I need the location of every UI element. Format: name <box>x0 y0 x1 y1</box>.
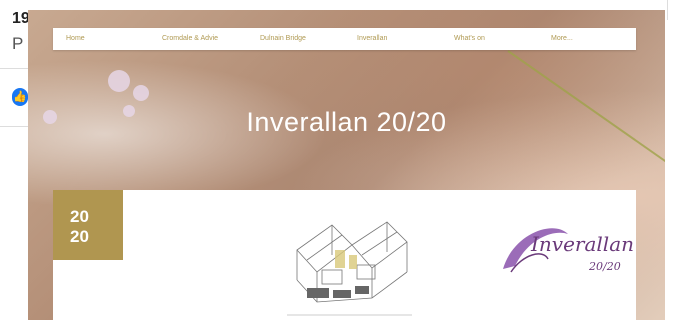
flower-decoration <box>133 85 149 101</box>
divider <box>0 68 30 69</box>
divider <box>667 0 668 20</box>
badge-line: 20 <box>70 207 89 226</box>
nav-item-inverallan[interactable]: Inverallan <box>357 28 387 50</box>
like-icon[interactable]: 👍 <box>12 88 28 106</box>
building-sketch-image <box>287 221 412 316</box>
nav-item-whats-on[interactable]: What's on <box>454 28 485 50</box>
top-navigation: Home Cromdale & Advie Dulnain Bridge Inv… <box>53 28 636 50</box>
nav-item-home[interactable]: Home <box>66 28 85 50</box>
nav-item-cromdale-advie[interactable]: Cromdale & Advie <box>162 28 218 50</box>
badge-line: 20 <box>70 227 89 246</box>
logo-subtext: 20/20 <box>589 260 621 273</box>
website-frame: Home Cromdale & Advie Dulnain Bridge Inv… <box>28 10 665 320</box>
page-title: Inverallan 20/20 <box>246 107 447 137</box>
badge-2020: 20 20 <box>53 190 123 260</box>
background-subtitle-fragment: P <box>12 34 24 53</box>
flower-decoration <box>108 70 130 92</box>
content-card: 20 20 Inverallan 20/20 <box>53 190 636 320</box>
nav-item-dulnain-bridge[interactable]: Dulnain Bridge <box>260 28 306 50</box>
divider <box>0 126 30 127</box>
inverallan-logo: Inverallan 20/20 <box>493 214 634 294</box>
logo-text: Inverallan <box>531 232 634 256</box>
nav-item-more[interactable]: More... <box>551 28 573 50</box>
